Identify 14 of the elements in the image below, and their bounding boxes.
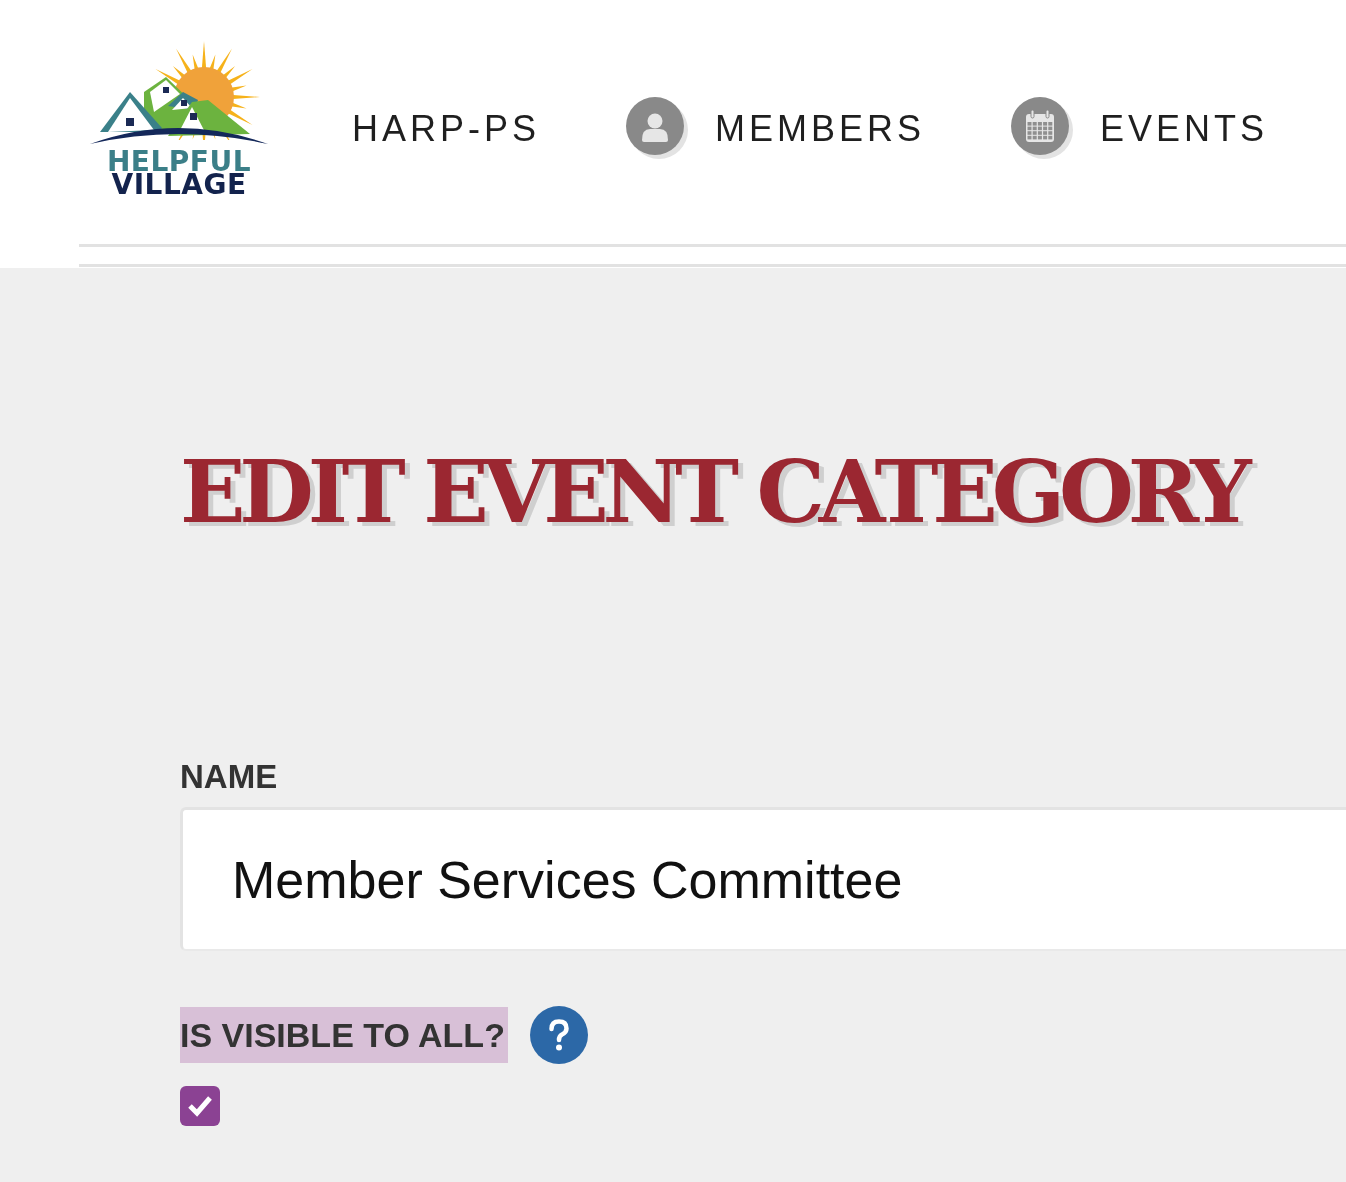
checkmark-icon [187, 1095, 213, 1117]
checkbox[interactable] [180, 1086, 220, 1126]
field-label: NAME [180, 759, 278, 795]
person-icon [626, 97, 690, 160]
logo-text: HELPFUL [106, 150, 252, 173]
help-icon[interactable] [529, 1006, 588, 1064]
page-title: EDIT EVENT CATEGORY [180, 442, 1246, 542]
nav-link[interactable]: HARP-PS [352, 98, 541, 159]
nav-link[interactable]: MEMBERS [626, 97, 926, 160]
logo-text: VILLAGE [111, 173, 247, 196]
name-input[interactable]: Member Services Committee [180, 807, 1346, 951]
field-label: IS VISIBLE TO ALL? [180, 1007, 508, 1063]
nav-link[interactable]: EVENTS [1011, 97, 1269, 160]
calendar-icon [1011, 97, 1075, 160]
